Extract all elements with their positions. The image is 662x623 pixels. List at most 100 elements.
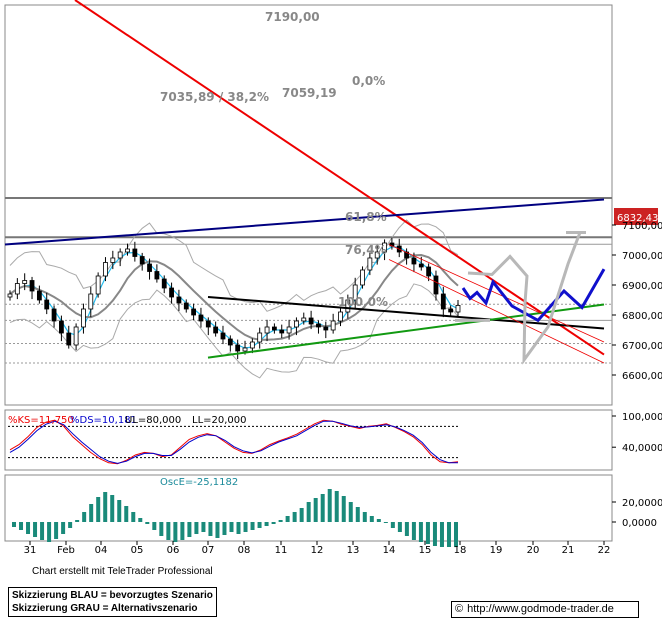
oscillator-bar <box>278 520 283 522</box>
price-annotation: 76,4% <box>345 243 387 257</box>
candle-body <box>7 293 13 298</box>
oscillator-bar <box>68 522 73 528</box>
oscillator-bar <box>19 522 24 530</box>
oscillator-bar <box>89 504 94 522</box>
oscillator-header: OscE=-25,1182 <box>160 477 238 488</box>
candle-body <box>132 248 138 257</box>
candle-body <box>360 269 365 286</box>
oscillator-bar <box>243 522 248 532</box>
oscillator-bar <box>222 522 227 535</box>
oscillator-bar <box>313 498 318 522</box>
date-tick-label: 18 <box>454 545 467 556</box>
oscillator-bar <box>446 522 451 547</box>
date-tick-label: 05 <box>131 545 144 556</box>
candle-body <box>338 311 343 322</box>
oscillator-bar <box>82 512 87 522</box>
stochastic-y-tick-label: 100,0000 <box>622 412 662 423</box>
candle-body <box>29 280 35 292</box>
oscillator-y-tick-label: 20,0000 <box>622 498 662 509</box>
oscillator-bar <box>299 508 304 522</box>
copyright-icon: © <box>455 603 464 615</box>
candle-body <box>110 257 116 263</box>
price-y-tick-label: 7000,00 <box>622 251 662 262</box>
oscillator-bar <box>40 522 45 540</box>
oscillator-bar <box>138 518 143 522</box>
candle-body <box>279 329 285 334</box>
candle-body <box>286 326 292 334</box>
oscillator-bar <box>110 495 115 522</box>
last-price-label: 6832,43 <box>617 213 658 224</box>
oscillator-bar <box>439 522 444 547</box>
candle-body <box>73 326 79 346</box>
date-tick-label: 04 <box>95 545 108 556</box>
candle-body <box>51 308 57 322</box>
legend-gray-scenario: Skizzierung GRAU = Alternativszenario <box>12 603 198 614</box>
oscillator-bar <box>418 522 423 542</box>
oscillator-bar <box>411 522 416 540</box>
oscillator-bar <box>187 522 192 537</box>
candle-body <box>88 293 94 310</box>
candle-body <box>59 320 64 334</box>
candle-body <box>440 293 446 310</box>
candle-body <box>169 287 174 298</box>
candle-body <box>448 308 454 313</box>
candle-body <box>227 338 233 346</box>
candle-body <box>191 308 197 316</box>
candle-body <box>235 344 241 352</box>
candle-body <box>139 256 145 265</box>
candle-body <box>44 299 50 310</box>
price-annotation: 61,8% <box>345 210 387 224</box>
date-tick-label: Feb <box>57 545 75 556</box>
date-tick-label: 06 <box>167 545 180 556</box>
oscillator-bar <box>397 522 402 532</box>
oscillator-bar <box>26 522 31 534</box>
date-tick-label: 14 <box>383 545 396 556</box>
candle-body <box>213 326 219 334</box>
oscillator-bar <box>61 522 66 534</box>
candle-body <box>176 296 182 304</box>
candle-body <box>264 326 270 334</box>
price-y-axis: 7100,007000,006900,006800,006700,006600,… <box>612 213 662 382</box>
oscillator-bar <box>454 522 458 547</box>
source-url-box[interactable]: © http://www.godmode-trader.de <box>451 601 639 618</box>
candle-body <box>301 317 307 322</box>
oscillator-bar <box>327 489 332 522</box>
candle-body <box>242 347 248 352</box>
candle-body <box>308 317 314 325</box>
stochastic-header-item: %KS=11,750 <box>8 415 74 426</box>
scenario-legend-box: Skizzierung BLAU = bevorzugtes Szenario … <box>8 587 217 617</box>
date-tick-label: 15 <box>419 545 432 556</box>
oscillator-bar <box>194 522 199 534</box>
oscillator-bar <box>47 522 52 542</box>
price-annotation: 7190,00 <box>265 10 320 24</box>
stochastic-header: %KS=11,750%DS=10,181UL=80,000 LL=20,000 <box>8 415 247 426</box>
oscillator-bar <box>215 522 220 538</box>
candle-body <box>455 304 461 313</box>
candle-body <box>147 263 152 272</box>
price-y-tick-label: 6800,00 <box>622 311 662 322</box>
oscillator-bar <box>229 522 234 532</box>
date-tick-label: 08 <box>238 545 251 556</box>
candle-body <box>66 332 72 346</box>
oscillator-bar <box>369 516 374 522</box>
oscillator-bar <box>201 522 206 532</box>
candle-body <box>418 263 424 268</box>
oscillator-bar <box>145 522 150 524</box>
oscillator-bar <box>257 522 262 528</box>
source-url[interactable]: http://www.godmode-trader.de <box>467 603 614 615</box>
candle-body <box>22 280 28 284</box>
oscillator-bar <box>285 516 290 522</box>
candle-body <box>95 275 101 295</box>
candle-body <box>36 290 42 301</box>
price-y-tick-label: 6700,00 <box>622 341 662 352</box>
date-tick-label: 31 <box>24 545 37 556</box>
oscillator-bar <box>250 522 255 530</box>
chart-credit: Chart erstellt mit TeleTrader Profession… <box>32 566 213 577</box>
oscillator-bar <box>152 522 157 530</box>
price-annotation: 7035,89 / 38,2% <box>160 90 269 104</box>
candle-body <box>316 323 321 328</box>
oscillator-bar <box>376 519 381 522</box>
oscillator-bar <box>180 522 185 540</box>
candle-body <box>257 332 263 343</box>
date-tick-label: 21 <box>562 545 575 556</box>
